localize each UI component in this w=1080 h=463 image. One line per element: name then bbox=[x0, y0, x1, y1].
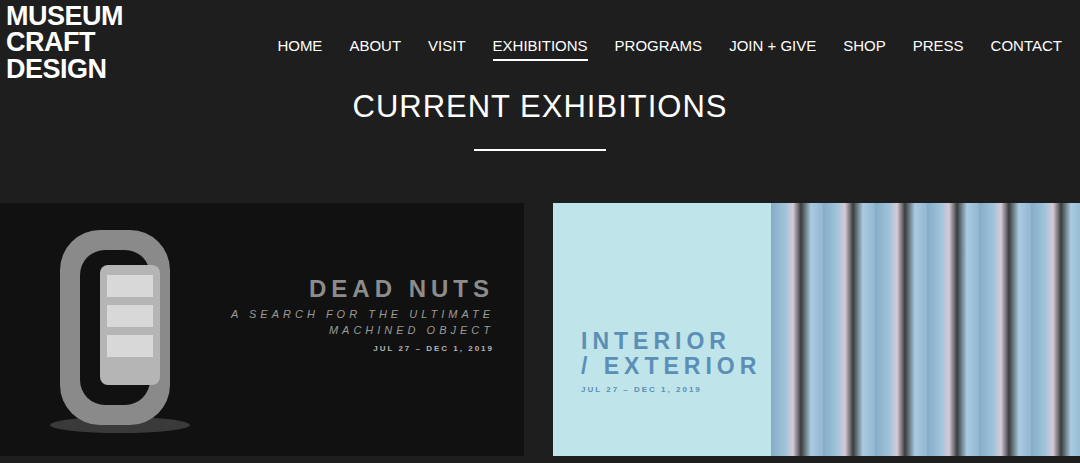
page: MUSEUMCRAFTDESIGN HOME ABOUT VISIT EXHIBITIO… bbox=[0, 0, 1080, 463]
card-text: DEAD NUTS A SEARCH FOR THE ULTIMATEMACHIN… bbox=[231, 276, 524, 382]
nav-item[interactable]: VISIT bbox=[428, 37, 466, 61]
main-nav: HOME ABOUT VISIT EXHIBITIONS PROGRAMS JOIN + … bbox=[277, 37, 1062, 61]
exhibition-card[interactable]: DEAD NUTS A SEARCH FOR THE ULTIMATEMACHIN… bbox=[0, 203, 524, 456]
card-subtitle: A SEARCH FOR THE ULTIMATEMACHINED OBJECT bbox=[231, 307, 494, 339]
nav-item[interactable]: ABOUT bbox=[349, 37, 401, 61]
card-subtitle-line: MACHINED OBJECT bbox=[231, 323, 494, 339]
nav-item[interactable]: HOME bbox=[277, 37, 322, 61]
card-dates: JUL 27 – DEC 1, 2019 bbox=[581, 385, 702, 394]
nav-item[interactable]: JOIN + GIVE bbox=[729, 37, 816, 61]
nav-item[interactable]: SHOP bbox=[843, 37, 886, 61]
page-heading: CURRENT EXHIBITIONS bbox=[353, 88, 728, 126]
card-text: INTERIOR/ EXTERIOR JUL 27 – DEC 1, 2019 bbox=[553, 203, 771, 456]
exhibition-card[interactable]: INTERIOR/ EXTERIOR JUL 27 – DEC 1, 2019 bbox=[553, 203, 1080, 456]
bearing-image bbox=[45, 220, 195, 440]
card-title: / EXTERIOR bbox=[581, 354, 761, 379]
card-dates: JUL 27 – DEC 1, 2019 bbox=[373, 344, 494, 353]
card-photo bbox=[771, 203, 1080, 456]
logo-line: CRAFT bbox=[6, 29, 123, 55]
title-block: CURRENT EXHIBITIONS bbox=[0, 88, 1080, 151]
nav-item[interactable]: CONTACT bbox=[991, 37, 1062, 61]
logo-line: MUSEUM bbox=[6, 3, 123, 29]
card-image bbox=[0, 203, 220, 456]
card-title: INTERIOR bbox=[581, 329, 731, 354]
logo-line: DESIGN bbox=[6, 56, 123, 82]
heading-divider bbox=[474, 149, 606, 151]
nav-item[interactable]: PRESS bbox=[913, 37, 964, 61]
card-subtitle-line: A SEARCH FOR THE ULTIMATE bbox=[231, 307, 494, 323]
nav-item[interactable]: PROGRAMS bbox=[615, 37, 703, 61]
header: MUSEUMCRAFTDESIGN HOME ABOUT VISIT EXHIBITIO… bbox=[0, 0, 1080, 88]
nav-item[interactable]: EXHIBITIONS bbox=[493, 37, 588, 61]
card-title: DEAD NUTS bbox=[309, 276, 494, 302]
logo[interactable]: MUSEUMCRAFTDESIGN bbox=[6, 3, 123, 82]
exhibition-cards: DEAD NUTS A SEARCH FOR THE ULTIMATEMACHIN… bbox=[0, 203, 1080, 456]
